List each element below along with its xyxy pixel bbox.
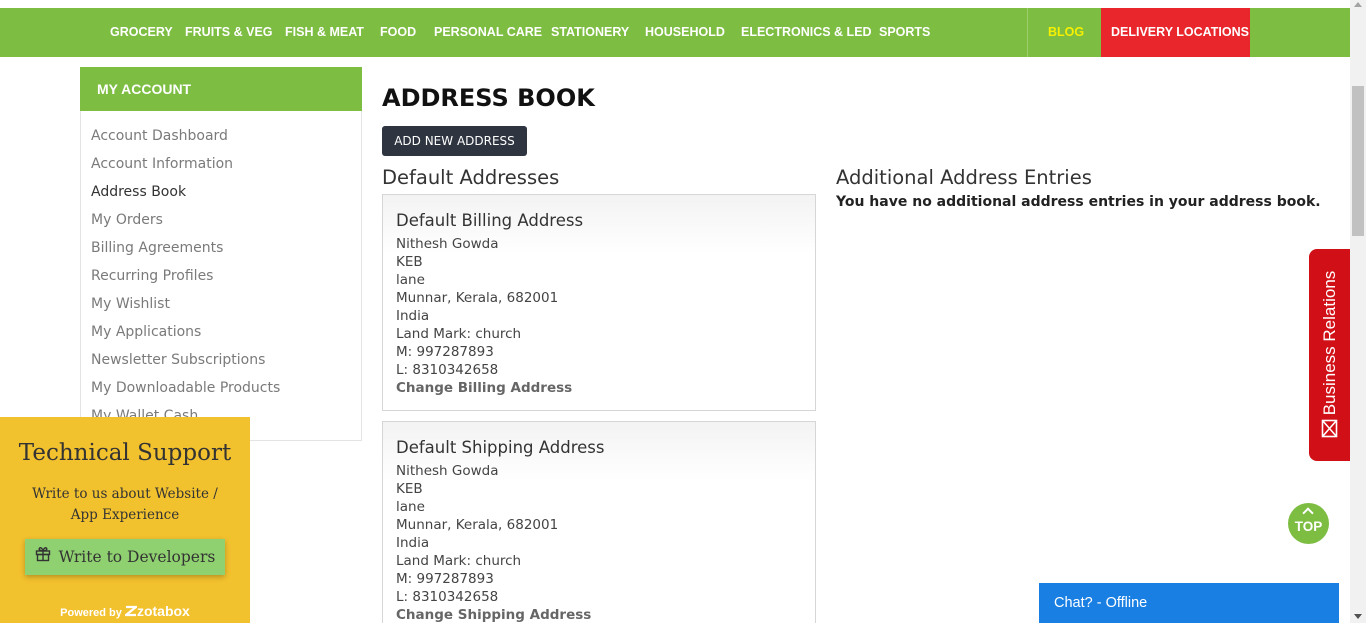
shipping-mobile: M: 997287893 <box>396 571 494 587</box>
sidebar-item-address-book: Address Book <box>91 184 187 200</box>
shipping-landmark: Land Mark: church <box>396 553 522 569</box>
shipping-address-heading: Default Shipping Address <box>396 438 605 457</box>
default-billing-address-card: Default Billing Address Nithesh Gowda KE… <box>382 194 816 411</box>
sidebar-item-billing-agreements[interactable]: Billing Agreements <box>81 234 361 262</box>
nav-item-food[interactable]: FOOD <box>380 8 416 57</box>
powered-by-zotabox[interactable]: Powered by zotabox <box>0 603 250 619</box>
billing-mobile: M: 997287893 <box>396 344 494 360</box>
add-new-address-button[interactable]: ADD NEW ADDRESS <box>382 126 527 156</box>
sidebar-item-recurring-profiles[interactable]: Recurring Profiles <box>81 262 361 290</box>
nav-divider <box>1027 8 1028 57</box>
scroll-down-arrow-icon[interactable] <box>1354 614 1362 619</box>
write-to-developers-button[interactable]: Write to Developers <box>25 539 225 575</box>
zotabox-brand: zotabox <box>136 603 190 619</box>
sidebar-item-my-wishlist[interactable]: My Wishlist <box>81 290 361 318</box>
change-billing-address-link[interactable]: Change Billing Address <box>396 379 815 397</box>
nav-item-sports[interactable]: SPORTS <box>879 8 930 57</box>
billing-city-region: Munnar, Kerala, 682001 <box>396 290 559 306</box>
nav-item-fish-meat[interactable]: FISH & MEAT <box>285 8 364 57</box>
top-navigation-bar: GROCERY FRUITS & VEG FISH & MEAT FOOD PE… <box>0 8 1350 57</box>
nav-item-delivery-locations[interactable]: DELIVERY LOCATIONS <box>1101 8 1250 57</box>
page-scrollbar[interactable] <box>1350 0 1366 623</box>
shipping-street: lane <box>396 499 425 515</box>
technical-support-widget: Technical Support Write to us about Webs… <box>0 417 250 623</box>
additional-addresses-heading: Additional Address Entries <box>836 166 1092 189</box>
powered-by-label: Powered by <box>60 607 122 619</box>
back-to-top-button[interactable]: TOP <box>1288 503 1329 544</box>
sidebar-item-my-downloadable-products[interactable]: My Downloadable Products <box>81 374 361 402</box>
sidebar-title: MY ACCOUNT <box>80 67 362 111</box>
scroll-up-arrow-icon[interactable] <box>1354 2 1362 7</box>
shipping-city-region: Munnar, Kerala, 682001 <box>396 517 559 533</box>
nav-item-personal-care[interactable]: PERSONAL CARE <box>434 8 542 57</box>
shipping-name: Nithesh Gowda <box>396 463 499 479</box>
billing-landline: L: 8310342658 <box>396 362 499 378</box>
sidebar-item-account-information[interactable]: Account Information <box>81 150 361 178</box>
no-additional-addresses-message: You have no additional address entries i… <box>836 194 1321 210</box>
change-shipping-address-link[interactable]: Change Shipping Address <box>396 606 815 623</box>
sidebar-item-account-dashboard[interactable]: Account Dashboard <box>81 122 361 150</box>
sidebar-menu: Account Dashboard Account Information Ad… <box>81 111 361 430</box>
zotabox-logo-icon <box>122 605 140 617</box>
page-title: ADDRESS BOOK <box>382 84 595 112</box>
sidebar-item-my-applications[interactable]: My Applications <box>81 318 361 346</box>
support-title: Technical Support <box>18 440 232 466</box>
mail-icon <box>1321 419 1338 443</box>
chat-offline-bar[interactable]: Chat? - Offline <box>1039 583 1339 623</box>
nav-item-grocery[interactable]: GROCERY <box>110 8 173 57</box>
nav-item-blog[interactable]: BLOG <box>1048 8 1084 57</box>
billing-street: lane <box>396 272 425 288</box>
billing-landmark: Land Mark: church <box>396 326 522 342</box>
back-to-top-label: TOP <box>1294 519 1323 534</box>
chevron-up-icon <box>1302 507 1314 519</box>
default-addresses-heading: Default Addresses <box>382 166 560 189</box>
shipping-company: KEB <box>396 481 423 497</box>
write-to-developers-label: Write to Developers <box>58 548 216 566</box>
sidebar-item-my-orders[interactable]: My Orders <box>81 206 361 234</box>
account-sidebar: MY ACCOUNT Account Dashboard Account Inf… <box>80 67 362 441</box>
gift-icon <box>35 539 51 575</box>
billing-country: India <box>396 308 430 324</box>
billing-company: KEB <box>396 254 423 270</box>
shipping-address-lines: Nithesh Gowda KEB lane Munnar, Kerala, 6… <box>396 462 815 606</box>
business-relations-tab[interactable]: Business Relations <box>1309 249 1350 461</box>
nav-item-electronics-led[interactable]: ELECTRONICS & LED <box>741 8 872 57</box>
support-subtitle: Write to us about Website / App Experien… <box>32 486 218 523</box>
scroll-thumb[interactable] <box>1352 86 1364 236</box>
billing-name: Nithesh Gowda <box>396 236 499 252</box>
shipping-landline: L: 8310342658 <box>396 589 499 605</box>
shipping-country: India <box>396 535 430 551</box>
business-relations-content: Business Relations <box>1309 249 1350 461</box>
business-relations-label: Business Relations <box>1319 270 1339 416</box>
sidebar-item-newsletter-subscriptions[interactable]: Newsletter Subscriptions <box>81 346 361 374</box>
default-shipping-address-card: Default Shipping Address Nithesh Gowda K… <box>382 421 816 623</box>
nav-item-stationery[interactable]: STATIONERY <box>551 8 629 57</box>
billing-address-heading: Default Billing Address <box>396 211 584 230</box>
nav-item-household[interactable]: HOUSEHOLD <box>645 8 725 57</box>
nav-item-fruits-veg[interactable]: FRUITS & VEG <box>185 8 273 57</box>
billing-address-lines: Nithesh Gowda KEB lane Munnar, Kerala, 6… <box>396 235 815 379</box>
